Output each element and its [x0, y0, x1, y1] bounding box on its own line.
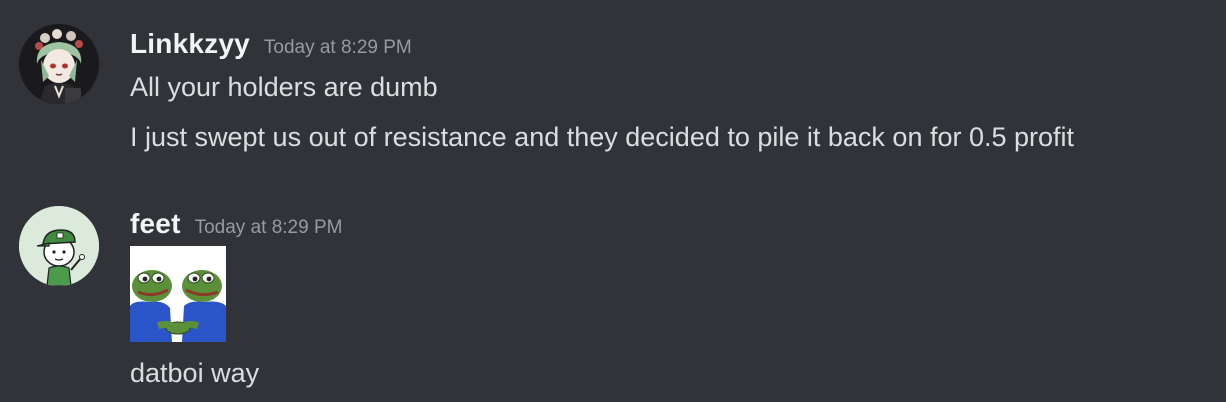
- anime-character-avatar-icon: [19, 24, 99, 104]
- chat-messages: Linkkzyy Today at 8:29 PM All your holde…: [0, 0, 1226, 402]
- message-text: I just swept us out of resistance and th…: [130, 122, 1075, 152]
- username[interactable]: feet: [130, 208, 181, 240]
- username[interactable]: Linkkzyy: [130, 28, 250, 60]
- sticker[interactable]: [130, 246, 226, 342]
- user-avatar[interactable]: [19, 206, 99, 286]
- message-text: All your holders are dumb: [130, 72, 438, 102]
- message-text: datboi way: [130, 358, 260, 388]
- timestamp[interactable]: Today at 8:29 PM: [264, 37, 412, 59]
- user-avatar[interactable]: [19, 24, 99, 104]
- message-header: Linkkzyy Today at 8:29 PM: [130, 28, 412, 60]
- message-header: feet Today at 8:29 PM: [130, 208, 342, 240]
- pepe-frogs-holding-hands-sticker-icon: [130, 246, 226, 342]
- cartoon-green-cap-avatar-icon: [19, 206, 99, 286]
- timestamp[interactable]: Today at 8:29 PM: [195, 217, 343, 239]
